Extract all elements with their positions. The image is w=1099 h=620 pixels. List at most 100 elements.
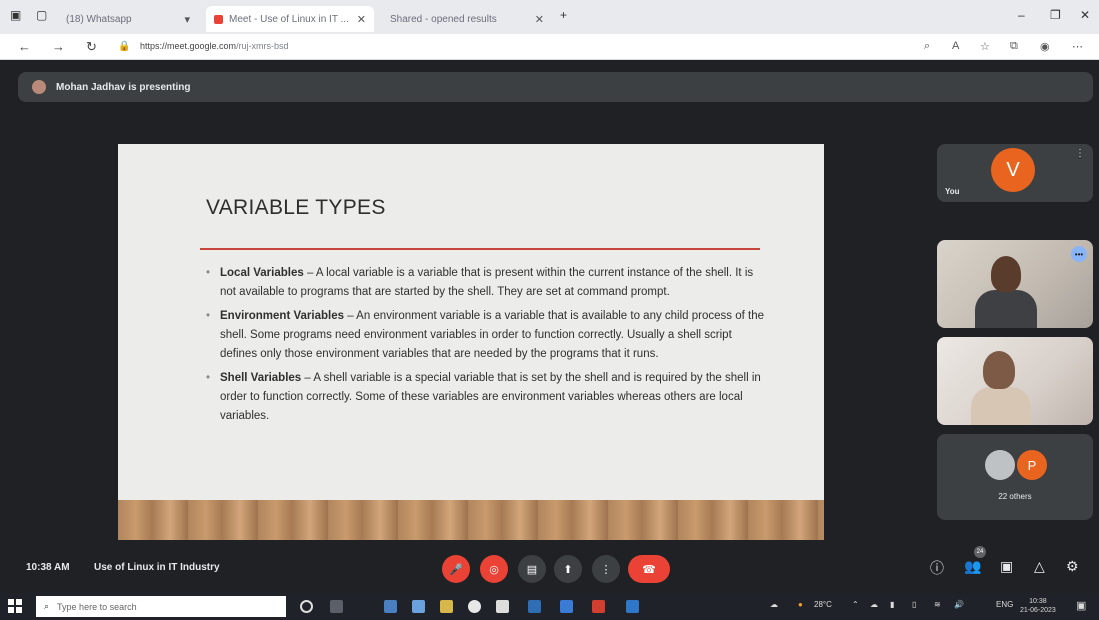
sun-icon[interactable]: ● [798, 600, 803, 609]
tab-dropdown-icon[interactable]: ▾ [184, 13, 190, 26]
favorite-icon[interactable]: ☆ [980, 40, 990, 53]
store-icon[interactable] [496, 600, 509, 613]
tab-meet[interactable]: Meet - Use of Linux in IT ... ✕ [206, 6, 374, 32]
close-icon[interactable]: ✕ [535, 13, 544, 26]
bullet-text: – A shell variable is a special variable… [220, 372, 761, 422]
tab-search-icon[interactable]: ⌕ [924, 40, 930, 53]
back-icon[interactable]: ← [18, 39, 31, 54]
speaking-icon: ••• [1071, 246, 1087, 262]
tab-whatsapp[interactable]: (18) Whatsapp ▾ [58, 6, 198, 32]
dropbox-icon[interactable] [412, 600, 425, 613]
battery-icon[interactable]: ▯ [912, 600, 916, 609]
tile-name: You [945, 187, 960, 196]
tile-presenter-video[interactable]: ••• [937, 240, 1093, 328]
participant-video [975, 290, 1037, 328]
slide-title: VARIABLE TYPES [206, 196, 386, 219]
camera-off-button[interactable]: ◎ [480, 555, 508, 583]
meeting-time: 10:38 AM [26, 562, 70, 573]
forward-icon[interactable]: → [52, 39, 65, 54]
tab-actions-icon[interactable]: ▢ [36, 8, 47, 22]
meet-favicon-icon [214, 14, 223, 24]
bullet-shell-variables: Shell Variables – A shell variable is a … [204, 369, 764, 426]
close-icon[interactable]: ✕ [357, 13, 366, 26]
office-icon[interactable] [592, 600, 605, 613]
windows-taskbar: ⌕ Type here to search ☁ ● 28°C ⌃ ☁ ▮ ▯ ≋… [0, 593, 1099, 620]
avatar: P [1017, 450, 1047, 480]
captions-button[interactable]: ▤ [518, 555, 546, 583]
notifications-icon[interactable]: ▣ [1076, 599, 1086, 612]
language-indicator[interactable]: ENG [996, 600, 1013, 609]
active-app-icon[interactable] [626, 600, 639, 613]
new-tab-button[interactable]: + [560, 8, 567, 22]
task-view-icon[interactable] [330, 600, 343, 613]
minimize-icon[interactable]: – [1018, 8, 1025, 22]
edge-icon[interactable] [528, 600, 541, 613]
participant-video [983, 351, 1015, 389]
taskbar-clock[interactable]: 10:38 21-06-2023 [1020, 597, 1056, 615]
others-count: 22 others [998, 492, 1032, 501]
weather-icon[interactable]: ☁ [770, 600, 778, 609]
collections-icon[interactable]: ⧉ [1010, 40, 1018, 53]
chat-icon[interactable]: ▣ [1000, 558, 1013, 575]
read-aloud-icon[interactable]: A [952, 40, 959, 52]
tray-chevron-icon[interactable]: ⌃ [852, 600, 859, 609]
activities-icon[interactable]: △ [1034, 558, 1045, 575]
tile-you[interactable]: V ⋮ You [937, 144, 1093, 202]
host-controls-icon[interactable]: ⚙ [1066, 558, 1079, 575]
lock-icon[interactable]: 🔒 [118, 41, 130, 52]
volume-icon[interactable]: 🔊 [954, 600, 964, 609]
refresh-icon[interactable]: ↻ [86, 39, 97, 55]
tile-more-icon[interactable]: ⋮ [1075, 148, 1085, 159]
network-icon[interactable]: ▮ [890, 600, 894, 609]
app-icon[interactable] [560, 600, 573, 613]
url-host: https://meet.google.com [140, 41, 237, 51]
bullet-term: Shell Variables [220, 372, 302, 384]
cloud-icon[interactable]: ☁ [870, 600, 878, 609]
meeting-details-icon[interactable]: ⓘ [930, 558, 944, 578]
chrome-icon[interactable] [468, 600, 481, 613]
participant-video [971, 387, 1031, 425]
avatar [985, 450, 1015, 480]
file-explorer-icon[interactable] [384, 600, 397, 613]
tab-label: (18) Whatsapp [66, 13, 132, 25]
presenter-avatar [32, 80, 46, 94]
tab-label: Meet - Use of Linux in IT ... [229, 13, 349, 25]
url-path: /ruj-xmrs-bsd [236, 41, 289, 51]
windows-start-icon[interactable] [8, 599, 22, 613]
url-field[interactable]: https://meet.google.com/ruj-xmrs-bsd [140, 41, 289, 51]
maximize-icon[interactable]: ❐ [1050, 8, 1061, 22]
search-icon: ⌕ [44, 601, 50, 611]
meeting-title: Use of Linux in IT Industry [94, 562, 220, 573]
slide-wood-floor [118, 500, 824, 540]
presenting-banner: Mohan Jadhav is presenting [18, 72, 1093, 102]
more-icon[interactable]: ⋯ [1072, 40, 1083, 53]
tab-shared[interactable]: Shared - opened results ✕ [382, 6, 552, 32]
wifi-icon[interactable]: ≋ [934, 600, 941, 609]
presentation-slide: VARIABLE TYPES Local Variables – A local… [118, 144, 824, 540]
bullet-local-variables: Local Variables – A local variable is a … [204, 264, 764, 302]
mic-off-button[interactable]: 🎤 [442, 555, 470, 583]
participant-video [991, 256, 1021, 292]
meet-controls-bar: 10:38 AM Use of Linux in IT Industry 🎤 ◎… [0, 546, 1099, 590]
bullet-term: Environment Variables [220, 310, 344, 322]
slide-divider [200, 248, 760, 250]
profile-icon[interactable]: ◉ [1040, 40, 1050, 53]
presenting-text: Mohan Jadhav is presenting [56, 81, 191, 93]
present-button[interactable]: ⬆ [554, 555, 582, 583]
address-bar: ← → ↻ 🔒 https://meet.google.com/ruj-xmrs… [0, 34, 1099, 60]
cortana-icon[interactable] [300, 600, 313, 613]
meet-stage: Mohan Jadhav is presenting VARIABLE TYPE… [0, 60, 1099, 593]
taskbar-search-input[interactable]: ⌕ Type here to search [36, 596, 286, 617]
leave-call-button[interactable]: ☎ [628, 555, 670, 583]
tile-others[interactable]: P 22 others [937, 434, 1093, 520]
tile-participant-video[interactable] [937, 337, 1093, 425]
people-icon[interactable]: 👥 [964, 558, 981, 575]
clock-time: 10:38 [1029, 598, 1047, 605]
more-options-button[interactable]: ⋮ [592, 555, 620, 583]
window-menu-icon[interactable]: ▣ [10, 8, 21, 22]
bullet-term: Local Variables [220, 267, 304, 279]
window-close-icon[interactable]: ✕ [1080, 8, 1090, 22]
avatar: V [991, 148, 1035, 192]
folder-icon[interactable] [440, 600, 453, 613]
weather-temp: 28°C [814, 600, 832, 609]
